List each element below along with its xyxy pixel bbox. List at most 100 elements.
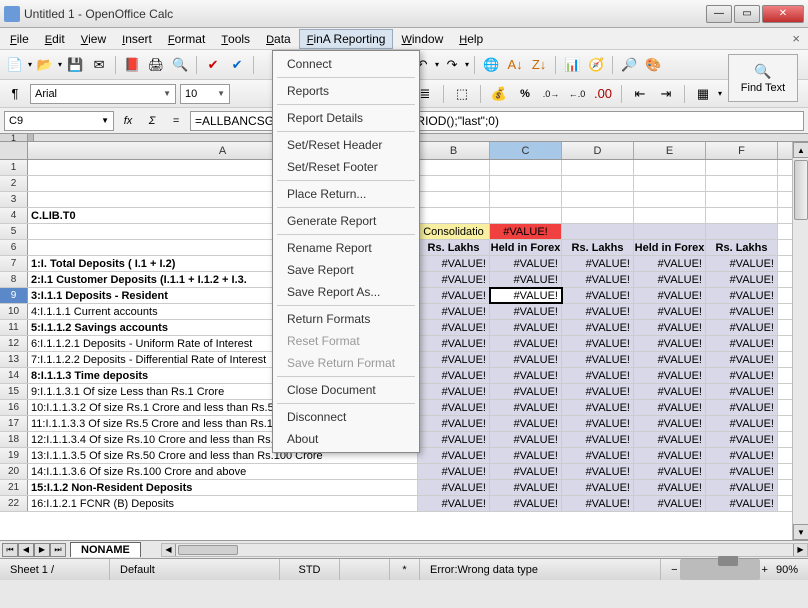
cell-D5[interactable] [562,224,634,239]
row-header-21[interactable]: 21 [0,480,28,495]
cell-F18[interactable]: #VALUE! [706,432,778,447]
cell-E21[interactable]: #VALUE! [634,480,706,495]
cell-C20[interactable]: #VALUE! [490,464,562,479]
cell-B16[interactable]: #VALUE! [418,400,490,415]
cell-F20[interactable]: #VALUE! [706,464,778,479]
row-header-2[interactable]: 2 [0,176,28,191]
save-button[interactable]: 💾 [64,54,86,76]
cell-F6[interactable]: Rs. Lakhs [706,240,778,255]
cell-E17[interactable]: #VALUE! [634,416,706,431]
cell-E1[interactable] [634,160,706,175]
menu-item-place-return-[interactable]: Place Return... [273,183,419,205]
menu-edit[interactable]: Edit [37,29,73,49]
menu-item-generate-report[interactable]: Generate Report [273,210,419,232]
cell-B5[interactable]: Consolidatio [418,224,490,239]
cell-C21[interactable]: #VALUE! [490,480,562,495]
cell-F14[interactable]: #VALUE! [706,368,778,383]
sort-asc-button[interactable]: A↓ [504,54,526,76]
cell-E8[interactable]: #VALUE! [634,272,706,287]
cell-A22[interactable]: 16:I.1.2.1 FCNR (B) Deposits [28,496,418,511]
menu-view[interactable]: View [73,29,114,49]
cell-D16[interactable]: #VALUE! [562,400,634,415]
row-header-20[interactable]: 20 [0,464,28,479]
zoom-slider[interactable] [680,559,760,580]
cell-F17[interactable]: #VALUE! [706,416,778,431]
menu-file[interactable]: File [2,29,37,49]
row-header-13[interactable]: 13 [0,352,28,367]
cell-C10[interactable]: #VALUE! [490,304,562,319]
cell-B21[interactable]: #VALUE! [418,480,490,495]
cell-D17[interactable]: #VALUE! [562,416,634,431]
close-button[interactable]: ✕ [762,5,804,23]
cell-A21[interactable]: 15:I.1.2 Non-Resident Deposits [28,480,418,495]
document-close-icon[interactable]: × [786,31,806,46]
gallery-button[interactable]: 🎨 [642,54,664,76]
cell-F12[interactable]: #VALUE! [706,336,778,351]
cell-C5[interactable]: #VALUE! [490,224,562,239]
scroll-up-button[interactable]: ▲ [793,142,808,158]
cell-E18[interactable]: #VALUE! [634,432,706,447]
new-doc-button[interactable]: 📄 [4,54,26,76]
cell-B2[interactable] [418,176,490,191]
row-header-12[interactable]: 12 [0,336,28,351]
minimize-button[interactable]: — [706,5,732,23]
menu-item-set-reset-header[interactable]: Set/Reset Header [273,134,419,156]
cell-B9[interactable]: #VALUE! [418,288,490,303]
cell-C14[interactable]: #VALUE! [490,368,562,383]
currency-button[interactable]: 💰 [488,83,510,105]
menu-fina-reporting[interactable]: FinA Reporting [299,29,394,49]
cell-D15[interactable]: #VALUE! [562,384,634,399]
find-button[interactable]: 🔎 [618,54,640,76]
row-header-10[interactable]: 10 [0,304,28,319]
cell-E9[interactable]: #VALUE! [634,288,706,303]
cell-B4[interactable] [418,208,490,223]
cell-E15[interactable]: #VALUE! [634,384,706,399]
scroll-thumb[interactable] [794,160,808,220]
sheet-tab[interactable]: NONAME [70,542,141,557]
cell-B1[interactable] [418,160,490,175]
cell-E3[interactable] [634,192,706,207]
tab-last-button[interactable]: ⏭ [50,543,66,557]
cell-D9[interactable]: #VALUE! [562,288,634,303]
email-button[interactable]: ✉ [88,54,110,76]
cell-C6[interactable]: Held in Forex [490,240,562,255]
cell-C12[interactable]: #VALUE! [490,336,562,351]
row-header-11[interactable]: 11 [0,320,28,335]
cell-B20[interactable]: #VALUE! [418,464,490,479]
cell-F10[interactable]: #VALUE! [706,304,778,319]
cell-D12[interactable]: #VALUE! [562,336,634,351]
cell-B8[interactable]: #VALUE! [418,272,490,287]
row-header-16[interactable]: 16 [0,400,28,415]
font-name-combo[interactable]: Arial▼ [30,84,176,104]
col-header-F[interactable]: F [706,142,778,159]
cell-B12[interactable]: #VALUE! [418,336,490,351]
maximize-button[interactable]: ▭ [734,5,760,23]
chart-button[interactable]: 📊 [561,54,583,76]
borders-button[interactable]: ▦ [692,83,714,105]
cell-E19[interactable]: #VALUE! [634,448,706,463]
redo-button[interactable]: ↷ [441,54,463,76]
remove-decimal-button[interactable]: ←.0 [566,83,588,105]
add-decimal-button[interactable]: .0→ [540,83,562,105]
cell-B3[interactable] [418,192,490,207]
cell-F15[interactable]: #VALUE! [706,384,778,399]
cell-F2[interactable] [706,176,778,191]
row-header-15[interactable]: 15 [0,384,28,399]
cell-C8[interactable]: #VALUE! [490,272,562,287]
hyperlink-button[interactable]: 🌐 [480,54,502,76]
cell-E16[interactable]: #VALUE! [634,400,706,415]
cell-D7[interactable]: #VALUE! [562,256,634,271]
menu-item-save-report-as-[interactable]: Save Report As... [273,281,419,303]
cell-E11[interactable]: #VALUE! [634,320,706,335]
cell-C3[interactable] [490,192,562,207]
scroll-right-button[interactable]: ▶ [793,544,807,556]
select-all-corner[interactable] [0,142,28,159]
cell-D11[interactable]: #VALUE! [562,320,634,335]
sum-button[interactable]: Σ [142,111,162,131]
row-header-5[interactable]: 5 [0,224,28,239]
col-header-C[interactable]: C [490,142,562,159]
cell-D1[interactable] [562,160,634,175]
cell-C22[interactable]: #VALUE! [490,496,562,511]
menu-help[interactable]: Help [451,29,491,49]
cell-D3[interactable] [562,192,634,207]
